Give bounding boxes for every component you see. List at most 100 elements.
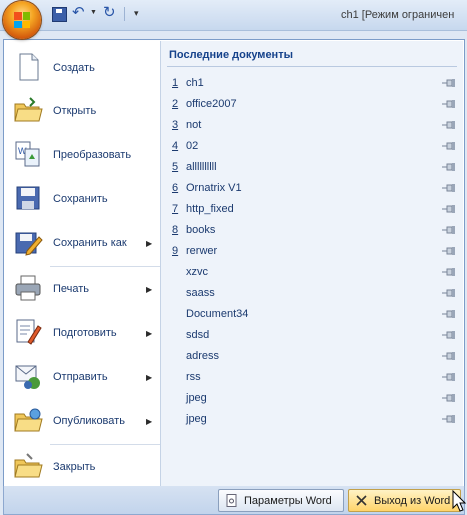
recent-document-item[interactable]: 2 office2007 xyxy=(161,95,463,114)
window-title: ch1 [Режим ограничен xyxy=(341,9,455,21)
menu-item-convert[interactable]: W Преобразовать xyxy=(5,135,160,175)
recent-document-name: rss xyxy=(186,371,201,383)
submenu-arrow-icon: ▶ xyxy=(146,372,153,382)
menu-item-prepare[interactable]: Подготовить ▶ xyxy=(5,313,160,353)
publish-icon xyxy=(14,408,43,432)
recent-document-name: jpeg xyxy=(186,413,207,425)
word-options-button[interactable]: Параметры Word xyxy=(218,489,344,512)
recent-document-name: saass xyxy=(186,287,215,299)
recent-document-item[interactable]: jpeg xyxy=(161,410,463,429)
recent-document-item[interactable]: xzvc xyxy=(161,263,463,282)
menu-item-close[interactable]: Закрыть xyxy=(5,447,160,487)
customize-quick-access-icon[interactable]: ▾ xyxy=(134,8,139,24)
recent-document-number: 2 xyxy=(172,98,179,110)
pin-icon[interactable] xyxy=(442,100,456,108)
recent-document-name: office2007 xyxy=(186,98,237,110)
new-document-icon xyxy=(19,53,39,81)
office-button[interactable] xyxy=(3,1,41,39)
recent-document-number: 5 xyxy=(172,161,179,173)
recent-document-name: sdsd xyxy=(186,329,210,341)
recent-document-item[interactable]: sdsd xyxy=(161,326,463,345)
exit-word-label: Выход из Word xyxy=(374,494,451,507)
menu-separator xyxy=(50,266,160,267)
recent-document-name: jpeg xyxy=(186,392,207,404)
recent-document-number: 3 xyxy=(172,119,179,131)
recent-document-name: ch1 xyxy=(186,77,204,89)
pin-icon[interactable] xyxy=(442,415,456,423)
recent-document-name: not xyxy=(186,119,202,131)
recent-document-item[interactable]: adress xyxy=(161,347,463,366)
pin-icon[interactable] xyxy=(442,247,456,255)
submenu-arrow-icon: ▶ xyxy=(146,238,153,248)
menu-separator xyxy=(50,444,160,445)
pin-icon[interactable] xyxy=(442,184,456,192)
quick-save-icon[interactable] xyxy=(52,7,67,22)
recent-document-item[interactable]: 8 books xyxy=(161,221,463,240)
recent-document-name: Document34 xyxy=(186,308,249,320)
save-as-icon xyxy=(15,232,43,256)
office-menu: Создать Открыть W Преобразовать Сохранит… xyxy=(3,39,465,488)
pin-icon[interactable] xyxy=(442,268,456,276)
recent-document-item[interactable]: 1 ch1 xyxy=(161,74,463,93)
pin-icon[interactable] xyxy=(442,205,456,213)
title-bar: ↶ ▼ ↻ ▾ ch1 [Режим ограничен xyxy=(0,0,467,39)
menu-item-save-as[interactable]: Сохранить как ▶ xyxy=(5,223,160,263)
pin-icon[interactable] xyxy=(442,79,456,87)
pin-icon[interactable] xyxy=(442,121,456,129)
menu-item-label: Преобразовать xyxy=(53,149,132,161)
menu-item-label: Сохранить xyxy=(53,193,108,205)
recent-document-item[interactable]: 3 not xyxy=(161,116,463,135)
recent-document-item[interactable]: 9 rerwer xyxy=(161,242,463,261)
menu-item-new[interactable]: Создать xyxy=(5,48,160,88)
recent-document-item[interactable]: Document34 xyxy=(161,305,463,324)
menu-item-save[interactable]: Сохранить xyxy=(5,179,160,219)
recent-divider xyxy=(167,66,457,67)
undo-dropdown-icon[interactable]: ▼ xyxy=(90,9,97,25)
recent-document-item[interactable]: 4 02 xyxy=(161,137,463,156)
pin-icon[interactable] xyxy=(442,163,456,171)
submenu-arrow-icon: ▶ xyxy=(146,416,153,426)
send-icon xyxy=(15,365,40,389)
menu-footer: Параметры Word Выход из Word xyxy=(3,486,465,515)
printer-icon xyxy=(15,275,41,301)
pin-icon[interactable] xyxy=(442,331,456,339)
recent-document-item[interactable]: 7 http_fixed xyxy=(161,200,463,219)
pin-icon[interactable] xyxy=(442,310,456,318)
menu-item-open[interactable]: Открыть xyxy=(5,91,160,131)
menu-item-label: Отправить xyxy=(53,371,108,383)
menu-item-send[interactable]: Отправить ▶ xyxy=(5,357,160,397)
menu-item-label: Подготовить xyxy=(53,327,117,339)
pin-icon[interactable] xyxy=(442,226,456,234)
recent-document-name: 02 xyxy=(186,140,199,152)
prepare-icon xyxy=(16,319,42,345)
word-options-label: Параметры Word xyxy=(244,494,332,507)
options-document-icon xyxy=(226,494,237,507)
command-pane: Создать Открыть W Преобразовать Сохранит… xyxy=(5,41,161,486)
pin-icon[interactable] xyxy=(442,142,456,150)
recent-document-item[interactable]: 6 Ornatrix V1 xyxy=(161,179,463,198)
recent-document-number: 4 xyxy=(172,140,179,152)
pin-icon[interactable] xyxy=(442,289,456,297)
recent-documents-title: Последние документы xyxy=(169,49,293,61)
pin-icon[interactable] xyxy=(442,394,456,402)
menu-item-print[interactable]: Печать ▶ xyxy=(5,269,160,309)
submenu-arrow-icon: ▶ xyxy=(146,284,153,294)
recent-document-number: 8 xyxy=(172,224,179,236)
menu-item-label: Открыть xyxy=(53,105,97,117)
redo-icon[interactable]: ↻ xyxy=(103,5,119,21)
quick-access-separator xyxy=(124,7,125,21)
recent-document-name: allllllllll xyxy=(186,161,217,173)
pin-icon[interactable] xyxy=(442,373,456,381)
recent-document-item[interactable]: rss xyxy=(161,368,463,387)
recent-document-number: 7 xyxy=(172,203,179,215)
close-x-icon xyxy=(356,495,367,506)
pin-icon[interactable] xyxy=(442,352,456,360)
recent-document-item[interactable]: saass xyxy=(161,284,463,303)
undo-icon[interactable]: ↶ xyxy=(72,5,88,21)
exit-word-button[interactable]: Выход из Word xyxy=(348,489,461,512)
office-logo-icon xyxy=(14,12,30,28)
recent-document-item[interactable]: jpeg xyxy=(161,389,463,408)
recent-documents-pane: Последние документы 1 ch1 2 office2007 3 not 4… xyxy=(161,41,463,486)
recent-document-item[interactable]: 5 allllllllll xyxy=(161,158,463,177)
menu-item-publish[interactable]: Опубликовать ▶ xyxy=(5,401,160,441)
